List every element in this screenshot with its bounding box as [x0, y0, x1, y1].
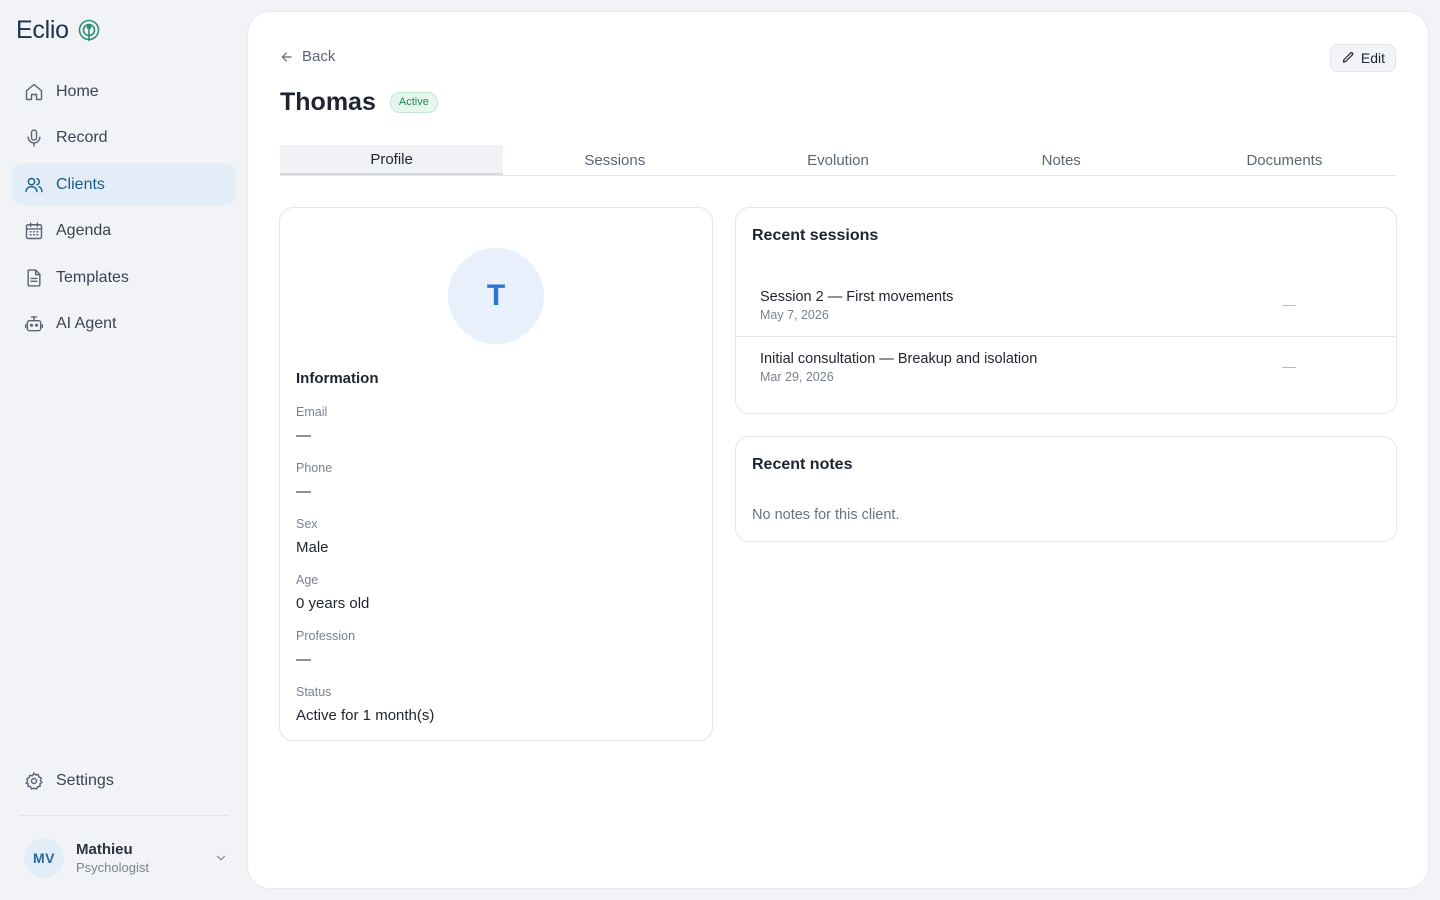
profile-card: T Information Email — Phone — Sex Male A… — [279, 207, 713, 741]
arrow-left-icon — [280, 50, 294, 64]
status-badge: Active — [389, 92, 438, 113]
sidebar-nav: Home Record Clients Agenda Templates AI … — [12, 70, 236, 349]
session-date: May 7, 2026 — [760, 308, 829, 322]
field-label: Profession — [296, 629, 356, 643]
client-avatar: T — [448, 248, 544, 344]
field-sex: Sex Male — [296, 516, 696, 558]
edit-label: Edit — [1360, 50, 1385, 66]
pencil-icon — [1341, 51, 1355, 65]
recent-sessions-heading: Recent sessions — [752, 227, 879, 244]
field-label: Status — [296, 685, 332, 699]
field-label: Phone — [296, 461, 333, 475]
brand[interactable]: Eclio — [16, 16, 101, 45]
tab-bar: Profile Sessions Evolution Notes Documen… — [280, 145, 1396, 176]
field-phone: Phone — — [296, 460, 696, 502]
tab-sessions[interactable]: Sessions — [503, 145, 726, 175]
session-extra: — — [1282, 296, 1296, 312]
session-date: Mar 29, 2026 — [760, 370, 834, 384]
sidebar-divider — [20, 815, 228, 816]
field-value: — — [296, 427, 311, 444]
tab-notes[interactable]: Notes — [950, 145, 1173, 175]
sidebar-item-home[interactable]: Home — [12, 70, 236, 113]
microphone-icon — [24, 128, 44, 148]
sidebar-item-settings[interactable]: Settings — [12, 759, 236, 802]
field-email: Email — — [296, 404, 696, 446]
back-label: Back — [302, 48, 336, 65]
empty-state-text: No notes for this client. — [752, 507, 900, 523]
page-title: Thomas — [280, 88, 376, 116]
information-heading: Information — [296, 370, 379, 387]
brand-logo-icon — [77, 19, 101, 43]
recent-sessions-card: Recent sessions Session 2 — First moveme… — [735, 207, 1397, 414]
sidebar-item-label: Home — [56, 82, 99, 100]
session-extra: — — [1282, 358, 1296, 374]
sidebar-item-label: AI Agent — [56, 315, 117, 332]
field-age: Age 0 years old — [296, 572, 696, 614]
field-value: — — [296, 651, 311, 668]
session-title: Initial consultation — Breakup and isola… — [760, 351, 1038, 367]
session-row[interactable]: Session 2 — First movements May 7, 2026 … — [736, 276, 1396, 336]
user-menu[interactable]: MV Mathieu Psychologist — [24, 838, 228, 878]
document-icon — [24, 268, 44, 288]
tab-documents[interactable]: Documents — [1173, 145, 1396, 175]
user-meta: Mathieu Psychologist — [76, 841, 202, 876]
field-value: Male — [296, 539, 329, 556]
field-label: Email — [296, 405, 328, 419]
brand-name: Eclio — [16, 16, 69, 44]
recent-notes-heading: Recent notes — [752, 456, 853, 473]
sidebar-item-label: Clients — [56, 175, 105, 193]
sidebar-item-label: Settings — [56, 771, 114, 789]
sidebar-item-label: Templates — [56, 268, 129, 286]
field-label: Sex — [296, 517, 318, 531]
recent-notes-card: Recent notes No notes for this client. — [735, 436, 1397, 542]
chevron-down-icon[interactable] — [214, 851, 228, 865]
sidebar-item-record[interactable]: Record — [12, 117, 236, 160]
sidebar-item-agenda[interactable]: Agenda — [12, 210, 236, 253]
sidebar: Eclio Home Record Clients Agenda Templat… — [0, 0, 248, 900]
sidebar-item-clients[interactable]: Clients — [12, 163, 236, 206]
tab-evolution[interactable]: Evolution — [726, 145, 949, 175]
home-icon — [24, 82, 44, 102]
back-button[interactable]: Back — [280, 48, 335, 65]
gear-icon — [24, 771, 44, 791]
sidebar-item-label: Agenda — [56, 222, 112, 239]
session-row[interactable]: Initial consultation — Breakup and isola… — [736, 336, 1396, 396]
avatar: MV — [24, 838, 64, 878]
field-status: Status Active for 1 month(s) — [296, 684, 696, 726]
calendar-icon — [24, 221, 44, 241]
session-title: Session 2 — First movements — [760, 289, 954, 305]
client-header: Thomas Active — [280, 88, 438, 117]
tab-profile[interactable]: Profile — [280, 145, 504, 175]
robot-icon — [24, 314, 44, 334]
field-value: 0 years old — [296, 595, 370, 612]
field-label: Age — [296, 573, 319, 587]
users-icon — [24, 175, 44, 195]
sidebar-item-ai-agent[interactable]: AI Agent — [12, 303, 236, 346]
client-detail-panel: Back Edit Thomas Active Profile Sessions… — [248, 12, 1428, 888]
user-name: Mathieu — [76, 840, 133, 858]
sidebar-bottom: Settings — [12, 759, 236, 806]
user-role: Psychologist — [76, 859, 149, 875]
sidebar-item-templates[interactable]: Templates — [12, 256, 236, 299]
field-value: Active for 1 month(s) — [296, 707, 435, 724]
edit-button[interactable]: Edit — [1329, 44, 1396, 72]
sidebar-item-label: Record — [56, 129, 108, 146]
field-value: — — [296, 483, 311, 500]
field-profession: Profession — — [296, 628, 696, 670]
